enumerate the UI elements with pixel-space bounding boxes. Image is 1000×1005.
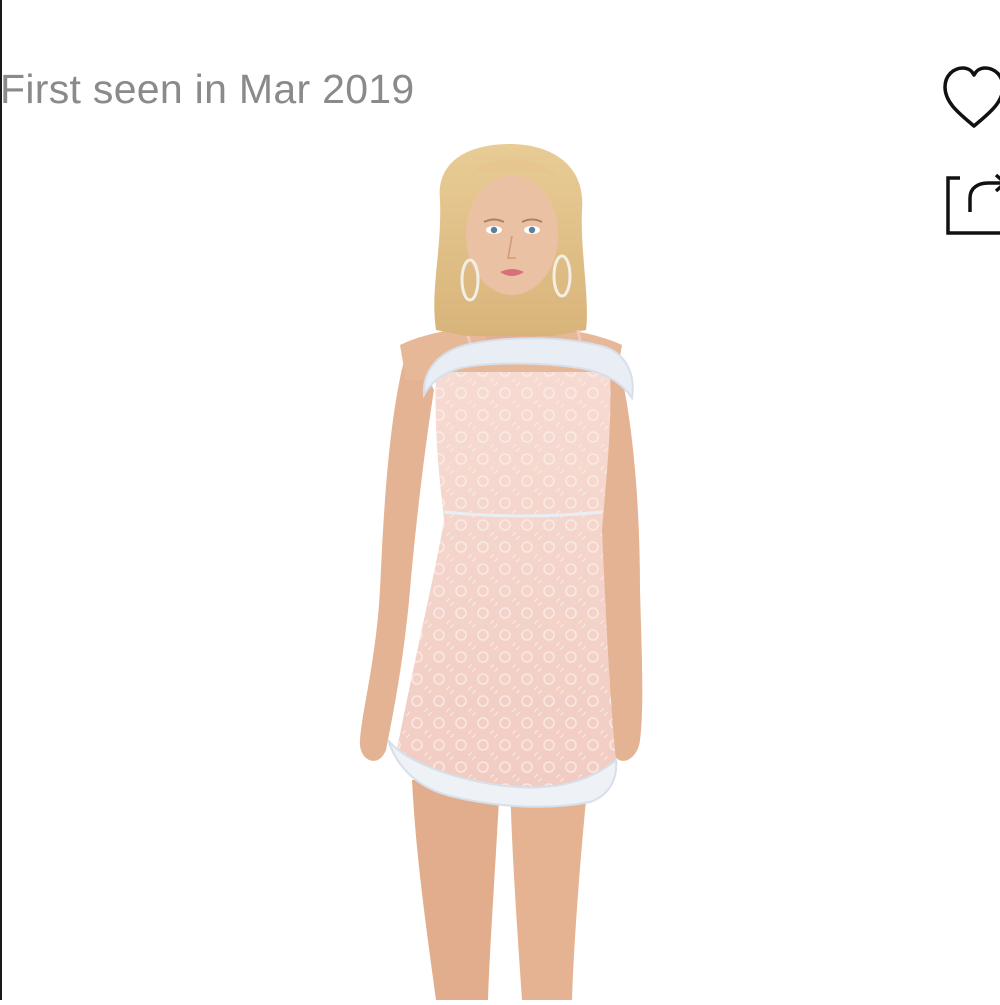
first-seen-label: First seen in Mar 2019	[0, 62, 430, 116]
first-seen-text: First seen in Mar 2019	[0, 66, 415, 112]
favorite-heart-icon[interactable]	[940, 62, 1000, 134]
product-photo	[340, 140, 680, 1000]
share-icon[interactable]	[942, 170, 1000, 240]
left-border	[0, 0, 2, 1000]
